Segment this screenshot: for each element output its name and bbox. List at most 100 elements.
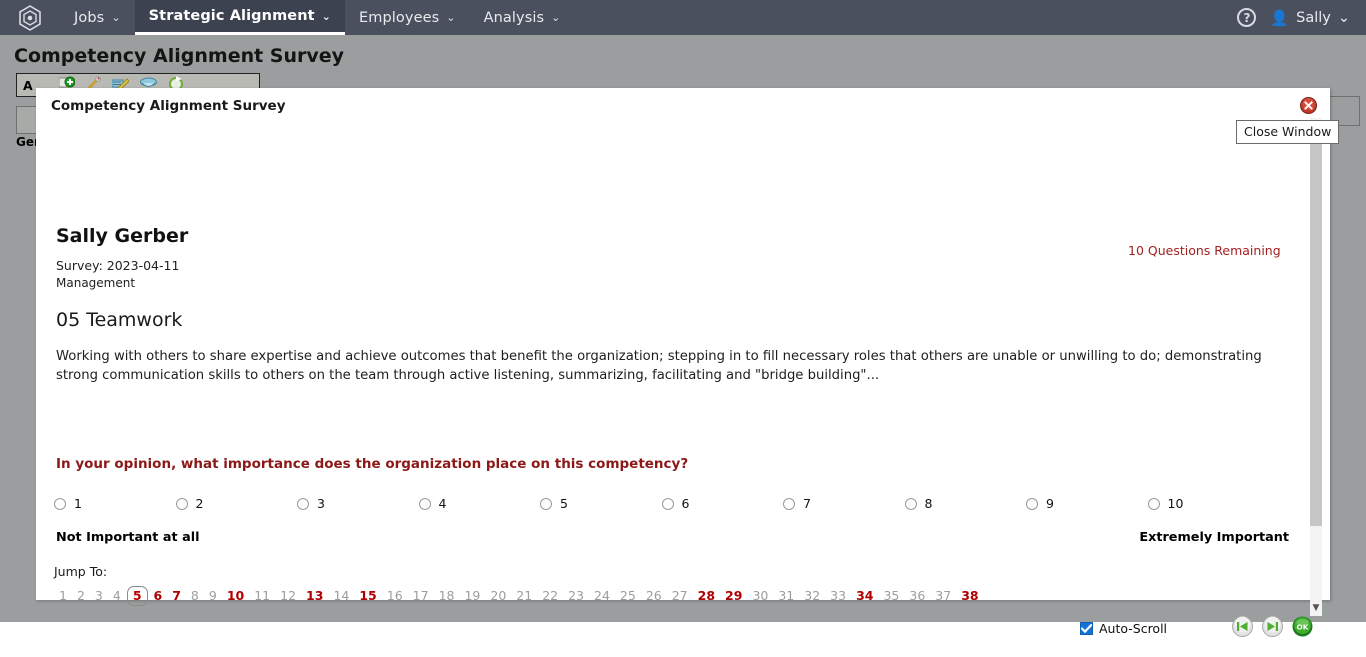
jump-to-item-10[interactable]: 10 bbox=[222, 587, 249, 605]
next-button[interactable] bbox=[1262, 616, 1283, 637]
jump-to-item-25[interactable]: 25 bbox=[615, 587, 641, 605]
jump-to-item-29[interactable]: 29 bbox=[720, 587, 747, 605]
rating-option-7[interactable]: 7 bbox=[783, 496, 811, 511]
close-window-tooltip: Close Window bbox=[1236, 120, 1340, 144]
nav-item-employees[interactable]: Employees ⌄ bbox=[345, 0, 470, 35]
scale-max-label: Extremely Important bbox=[1139, 530, 1289, 545]
competency-title: 05 Teamwork bbox=[56, 309, 183, 331]
rating-option-10[interactable]: 10 bbox=[1147, 496, 1183, 511]
jump-to-item-7[interactable]: 7 bbox=[167, 587, 186, 605]
jump-to-item-32[interactable]: 32 bbox=[799, 587, 825, 605]
rating-option-5[interactable]: 5 bbox=[540, 496, 568, 511]
rating-option-8[interactable]: 8 bbox=[904, 496, 933, 511]
chevron-down-icon: ⌄ bbox=[111, 11, 121, 24]
jump-to-item-19[interactable]: 19 bbox=[459, 587, 485, 605]
rating-option-label: 6 bbox=[681, 496, 690, 511]
radio-icon[interactable] bbox=[1026, 497, 1038, 510]
rating-option-1[interactable]: 1 bbox=[54, 496, 82, 511]
jump-to-item-4[interactable]: 4 bbox=[108, 587, 126, 605]
nav-item-jobs-label: Jobs bbox=[74, 9, 105, 26]
autoscroll-label: Auto-Scroll bbox=[1099, 621, 1168, 636]
navbar-right: ? 👤 Sally ⌄ bbox=[1237, 0, 1366, 35]
jump-to-item-31[interactable]: 31 bbox=[773, 587, 799, 605]
nav-item-strategic-alignment[interactable]: Strategic Alignment ⌄ bbox=[134, 0, 345, 35]
nav-item-strategic-alignment-label: Strategic Alignment bbox=[148, 8, 315, 24]
help-icon[interactable]: ? bbox=[1237, 8, 1257, 27]
jump-to-item-37[interactable]: 37 bbox=[930, 587, 956, 605]
survey-date: Survey: 2023-04-11 bbox=[56, 258, 180, 273]
autoscroll-toggle[interactable]: Auto-Scroll bbox=[1080, 621, 1167, 636]
jump-to-item-8[interactable]: 8 bbox=[186, 587, 204, 605]
rating-option-9[interactable]: 9 bbox=[1026, 496, 1054, 511]
jump-to-item-20[interactable]: 20 bbox=[485, 587, 511, 605]
rating-option-6[interactable]: 6 bbox=[661, 496, 690, 511]
jump-to-item-21[interactable]: 21 bbox=[511, 587, 537, 605]
jump-to-item-5[interactable]: 5 bbox=[126, 586, 148, 606]
nav-item-analysis-label: Analysis bbox=[483, 9, 545, 26]
scrollbar-thumb[interactable] bbox=[1310, 126, 1322, 526]
department-label: Management bbox=[56, 276, 136, 290]
nav-item-employees-label: Employees bbox=[359, 9, 440, 26]
competency-description: Working with others to share expertise a… bbox=[56, 349, 1262, 383]
chevron-down-icon: ⌄ bbox=[551, 11, 561, 24]
radio-icon[interactable] bbox=[783, 497, 795, 510]
rating-option-3[interactable]: 3 bbox=[297, 496, 325, 511]
jump-to-item-14[interactable]: 14 bbox=[328, 587, 354, 605]
jump-to-item-17[interactable]: 17 bbox=[408, 587, 434, 605]
close-icon[interactable] bbox=[1300, 97, 1317, 114]
radio-icon[interactable] bbox=[1147, 497, 1160, 510]
jump-to-item-15[interactable]: 15 bbox=[354, 587, 381, 605]
jump-to-list: 1 2 3 4 5 6 7 8 9 10 11 12 13 14 15 16 17 18 19 20 21 22 23 24 2… bbox=[54, 586, 1284, 606]
rating-option-label: 8 bbox=[924, 496, 933, 511]
jump-to-item-27[interactable]: 27 bbox=[667, 587, 693, 605]
jump-to-item-11[interactable]: 11 bbox=[249, 587, 275, 605]
jump-to-item-35[interactable]: 35 bbox=[878, 587, 904, 605]
scale-min-label: Not Important at all bbox=[56, 530, 200, 545]
ok-button[interactable]: OK bbox=[1292, 616, 1313, 637]
scroll-down-icon[interactable]: ▼ bbox=[1310, 602, 1322, 614]
radio-icon[interactable] bbox=[904, 497, 917, 510]
rating-option-2[interactable]: 2 bbox=[175, 496, 203, 511]
nav-item-jobs[interactable]: Jobs ⌄ bbox=[60, 0, 135, 35]
jump-to-item-6[interactable]: 6 bbox=[149, 587, 168, 605]
rating-option-label: 3 bbox=[317, 496, 325, 511]
top-navbar: Jobs ⌄ Strategic Alignment ⌄ Employees ⌄… bbox=[0, 0, 1366, 35]
radio-icon[interactable] bbox=[175, 497, 188, 510]
svg-text:OK: OK bbox=[1296, 623, 1308, 632]
previous-button[interactable] bbox=[1232, 616, 1253, 637]
jump-to-item-26[interactable]: 26 bbox=[641, 587, 667, 605]
user-name-label: Sally bbox=[1296, 9, 1331, 26]
jump-to-item-28[interactable]: 28 bbox=[693, 587, 720, 605]
chevron-down-icon: ⌄ bbox=[446, 11, 456, 24]
modal-scrollbar[interactable]: ▼ bbox=[1310, 118, 1322, 616]
jump-to-item-23[interactable]: 23 bbox=[563, 587, 589, 605]
jump-to-item-22[interactable]: 22 bbox=[537, 587, 563, 605]
hexagon-logo-icon[interactable] bbox=[0, 0, 60, 35]
jump-to-item-18[interactable]: 18 bbox=[434, 587, 460, 605]
jump-to-item-2[interactable]: 2 bbox=[72, 587, 90, 605]
jump-to-item-13[interactable]: 13 bbox=[301, 587, 328, 605]
jump-to-item-33[interactable]: 33 bbox=[825, 587, 851, 605]
autoscroll-checkbox[interactable] bbox=[1080, 622, 1093, 635]
jump-to-item-36[interactable]: 36 bbox=[904, 587, 930, 605]
jump-to-item-38[interactable]: 38 bbox=[956, 587, 983, 605]
rating-scale-group: 1 2 3 4 5 6 7 8 9 10 bbox=[54, 496, 1294, 520]
rating-option-4[interactable]: 4 bbox=[418, 496, 446, 511]
jump-to-item-9[interactable]: 9 bbox=[204, 587, 222, 605]
jump-to-item-24[interactable]: 24 bbox=[589, 587, 615, 605]
jump-to-item-3[interactable]: 3 bbox=[90, 587, 108, 605]
jump-to-item-1[interactable]: 1 bbox=[54, 587, 72, 605]
radio-icon[interactable] bbox=[54, 497, 66, 510]
user-avatar-icon: 👤 bbox=[1270, 8, 1290, 27]
radio-icon[interactable] bbox=[418, 497, 431, 510]
user-menu[interactable]: 👤 Sally ⌄ bbox=[1270, 9, 1350, 27]
radio-icon[interactable] bbox=[540, 497, 552, 510]
jump-to-item-30[interactable]: 30 bbox=[747, 587, 773, 605]
jump-to-item-16[interactable]: 16 bbox=[382, 587, 408, 605]
nav-item-analysis[interactable]: Analysis ⌄ bbox=[470, 0, 575, 35]
jump-to-item-12[interactable]: 12 bbox=[275, 587, 301, 605]
radio-icon[interactable] bbox=[661, 497, 674, 510]
jump-to-item-34[interactable]: 34 bbox=[851, 587, 878, 605]
modal-title: Competency Alignment Survey bbox=[51, 98, 286, 114]
radio-icon[interactable] bbox=[297, 497, 309, 510]
